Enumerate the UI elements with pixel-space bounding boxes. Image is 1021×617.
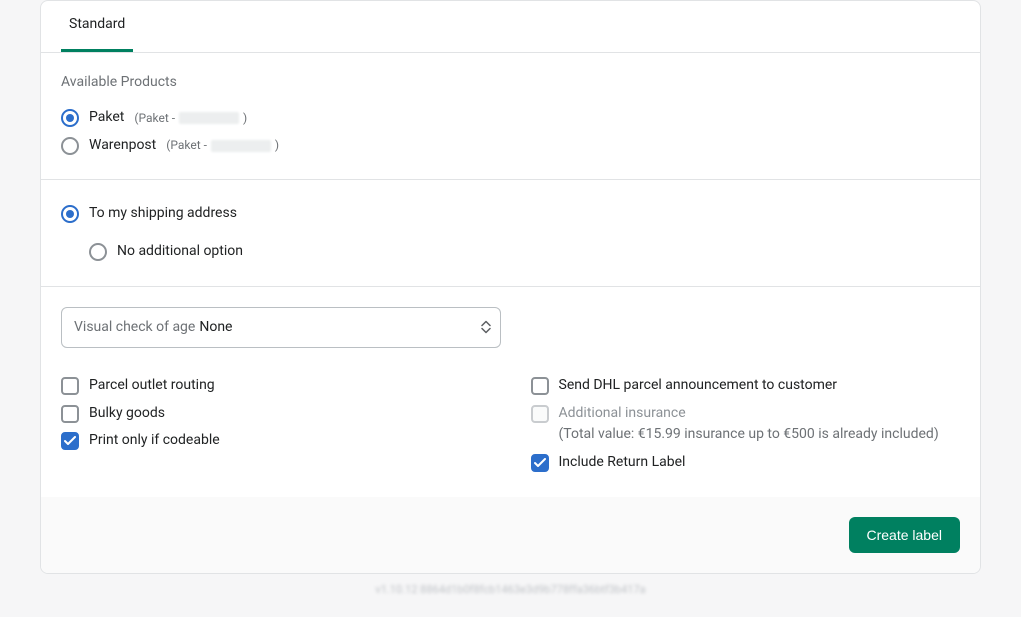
include-return-label: Include Return Label [559, 453, 686, 473]
radio-unselected-icon [61, 137, 79, 155]
options-section: Visual check of age None Parcel outlet r… [41, 286, 980, 497]
hint-suffix: ) [275, 137, 279, 154]
select-value: None [199, 318, 232, 338]
radio-selected-icon [61, 109, 79, 127]
product-paket-row[interactable]: Paket (Paket - ) [61, 104, 960, 132]
product-warenpost-hint: (Paket - ) [166, 137, 279, 154]
send-announcement-row[interactable]: Send DHL parcel announcement to customer [531, 372, 961, 400]
shipping-address-label: To my shipping address [89, 204, 237, 224]
shipping-section: To my shipping address No additional opt… [41, 179, 980, 285]
additional-insurance-text: Additional insurance (Total value: €15.9… [559, 404, 939, 445]
version-meta: v1.10.12 8864d1b0f8fcb1463e3d9b778ffa36b… [40, 582, 981, 597]
send-announcement-label: Send DHL parcel announcement to customer [559, 376, 838, 396]
additional-insurance-row: Additional insurance (Total value: €15.9… [531, 400, 961, 449]
checkbox-checked-icon [61, 432, 79, 450]
bulky-goods-row[interactable]: Bulky goods [61, 400, 491, 428]
checkbox-disabled-icon [531, 405, 549, 423]
include-return-row[interactable]: Include Return Label [531, 449, 961, 477]
redacted-text [211, 140, 271, 152]
product-paket-label: Paket [89, 108, 124, 128]
products-title: Available Products [61, 73, 960, 93]
hint-prefix: (Paket - [166, 137, 207, 154]
age-check-select[interactable]: Visual check of age None [61, 307, 501, 349]
additional-insurance-label: Additional insurance [559, 404, 939, 424]
footer: Create label [41, 497, 980, 573]
bulky-goods-label: Bulky goods [89, 404, 165, 424]
product-warenpost-row[interactable]: Warenpost (Paket - ) [61, 132, 960, 160]
products-section: Available Products Paket (Paket - ) Ware… [41, 53, 980, 180]
product-paket-hint: (Paket - ) [134, 110, 247, 127]
select-prefix: Visual check of age [74, 318, 195, 338]
checkbox-unchecked-icon [531, 377, 549, 395]
tabs: Standard [41, 1, 980, 53]
hint-suffix: ) [243, 110, 247, 127]
print-codeable-row[interactable]: Print only if codeable [61, 427, 491, 455]
options-grid: Parcel outlet routing Bulky goods Print … [61, 372, 960, 476]
checkbox-checked-icon [531, 454, 549, 472]
tab-label: Standard [69, 16, 125, 32]
create-label-button[interactable]: Create label [849, 517, 961, 553]
radio-selected-icon [61, 205, 79, 223]
shipping-address-row[interactable]: To my shipping address [61, 200, 960, 228]
print-codeable-label: Print only if codeable [89, 431, 220, 451]
checkbox-unchecked-icon [61, 405, 79, 423]
insurance-note: (Total value: €15.99 insurance up to €50… [559, 425, 939, 445]
redacted-text [179, 112, 239, 124]
create-label-text: Create label [867, 527, 943, 543]
label-config-card: Standard Available Products Paket (Paket… [40, 0, 981, 574]
product-warenpost-label: Warenpost [89, 136, 156, 156]
tab-standard[interactable]: Standard [61, 1, 133, 52]
age-check-select-wrap: Visual check of age None [61, 307, 501, 349]
no-additional-option-row[interactable]: No additional option [61, 238, 960, 266]
parcel-outlet-row[interactable]: Parcel outlet routing [61, 372, 491, 400]
select-arrows-icon [481, 321, 491, 334]
hint-prefix: (Paket - [134, 110, 175, 127]
no-additional-option-label: No additional option [117, 242, 243, 262]
checkbox-unchecked-icon [61, 377, 79, 395]
radio-unselected-icon [89, 243, 107, 261]
parcel-outlet-label: Parcel outlet routing [89, 376, 215, 396]
